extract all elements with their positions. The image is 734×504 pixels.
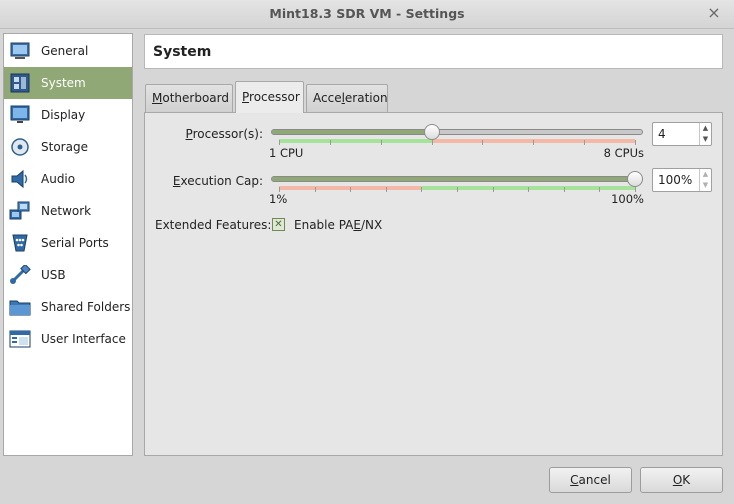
- slider-tick: [385, 187, 387, 192]
- slider-tick: [563, 187, 565, 192]
- page-header: System: [144, 34, 723, 69]
- slider-tick: [314, 187, 316, 192]
- execution-cap-min-label: 1%: [269, 192, 288, 206]
- ok-button[interactable]: OK: [640, 467, 723, 493]
- processors-slider-handle[interactable]: [423, 124, 440, 140]
- close-icon[interactable]: ×: [706, 5, 722, 21]
- sidebar-item-label: General: [41, 44, 89, 58]
- execution-cap-label: Execution Cap:: [172, 174, 263, 188]
- cancel-button[interactable]: Cancel: [549, 467, 632, 493]
- sidebar-item-shared-folders[interactable]: Shared Folders: [4, 291, 132, 323]
- sidebar-item-display[interactable]: Display: [4, 99, 132, 131]
- execution-cap-slider-ticks: [279, 187, 636, 193]
- shared-folders-icon: [9, 300, 31, 316]
- enable-pae-nx-label[interactable]: Enable PAE/NX: [294, 218, 382, 232]
- processors-label: Processor(s):: [185, 127, 263, 141]
- execution-cap-value: 100%: [658, 173, 693, 187]
- sidebar-item-audio[interactable]: Audio: [4, 163, 132, 195]
- sidebar-item-label: Shared Folders: [41, 300, 131, 314]
- processors-value: 4: [658, 127, 666, 141]
- slider-tick: [635, 140, 636, 145]
- processors-min-label: 1 CPU: [269, 146, 304, 160]
- spin-arrows-icon[interactable]: ▲ ▼: [699, 169, 711, 191]
- spin-arrows-icon[interactable]: ▲ ▼: [699, 123, 711, 145]
- sidebar-item-label: System: [41, 76, 86, 90]
- slider-tick: [279, 140, 280, 145]
- slider-tick: [599, 187, 601, 192]
- user-interface-icon: [9, 330, 31, 348]
- display-icon: [10, 105, 30, 123]
- processors-slider-track: [271, 129, 643, 135]
- general-icon: [10, 42, 30, 59]
- slider-tick: [584, 140, 586, 145]
- slider-tick: [528, 187, 530, 192]
- page-title: System: [153, 44, 212, 60]
- slider-tick: [431, 140, 433, 145]
- enable-pae-nx-checkbox[interactable]: ✕: [272, 218, 285, 231]
- window-title: Mint18.3 SDR VM - Settings: [269, 6, 465, 21]
- slider-tick: [329, 140, 331, 145]
- processors-slider-ticks: [279, 140, 636, 146]
- tab-motherboard[interactable]: Motherboard: [145, 84, 233, 112]
- execution-cap-max-label: 100%: [611, 192, 644, 206]
- sidebar-item-serial-ports[interactable]: Serial Ports: [4, 227, 132, 259]
- execution-cap-slider-handle[interactable]: [627, 171, 643, 187]
- tab-processor[interactable]: Processor: [235, 81, 304, 113]
- network-icon: [9, 201, 30, 220]
- execution-cap-slider-fill: [272, 177, 636, 181]
- sidebar-item-label: Storage: [41, 140, 88, 154]
- processors-max-label: 8 CPUs: [603, 146, 644, 160]
- sidebar-item-usb[interactable]: USB: [4, 259, 132, 291]
- sidebar-item-general[interactable]: General: [4, 35, 132, 67]
- sidebar-item-storage[interactable]: Storage: [4, 131, 132, 163]
- settings-sidebar: General System Display Storage Audio Net…: [3, 33, 133, 456]
- sidebar-item-system[interactable]: System: [4, 67, 132, 99]
- processor-panel: [144, 112, 723, 456]
- extended-features-label: Extended Features:: [155, 218, 272, 232]
- sidebar-item-network[interactable]: Network: [4, 195, 132, 227]
- processors-slider-fill: [272, 130, 433, 134]
- audio-icon: [11, 169, 28, 189]
- slider-tick: [492, 187, 494, 192]
- slider-tick: [482, 140, 484, 145]
- processors-spinbox[interactable]: 4 ▲ ▼: [652, 122, 712, 146]
- title-bar: Mint18.3 SDR VM - Settings ×: [0, 0, 734, 29]
- sidebar-item-label: Audio: [41, 172, 76, 186]
- storage-icon: [11, 138, 29, 156]
- slider-tick: [421, 187, 423, 192]
- sidebar-item-label: Display: [41, 108, 86, 122]
- system-icon: [10, 73, 30, 93]
- slider-tick: [533, 140, 535, 145]
- sidebar-item-label: Serial Ports: [41, 236, 109, 250]
- sidebar-item-label: USB: [41, 268, 66, 282]
- tab-acceleration[interactable]: Acceleration: [306, 84, 388, 112]
- execution-cap-spinbox[interactable]: 100% ▲ ▼: [652, 168, 712, 192]
- sidebar-item-user-interface[interactable]: User Interface: [4, 323, 132, 355]
- slider-tick: [380, 140, 382, 145]
- sidebar-item-label: Network: [41, 204, 92, 218]
- serial-ports-icon: [12, 234, 28, 252]
- execution-cap-slider-track: [271, 176, 643, 182]
- slider-tick: [350, 187, 352, 192]
- sidebar-item-label: User Interface: [41, 332, 126, 346]
- slider-tick: [457, 187, 458, 192]
- usb-icon: [10, 265, 31, 284]
